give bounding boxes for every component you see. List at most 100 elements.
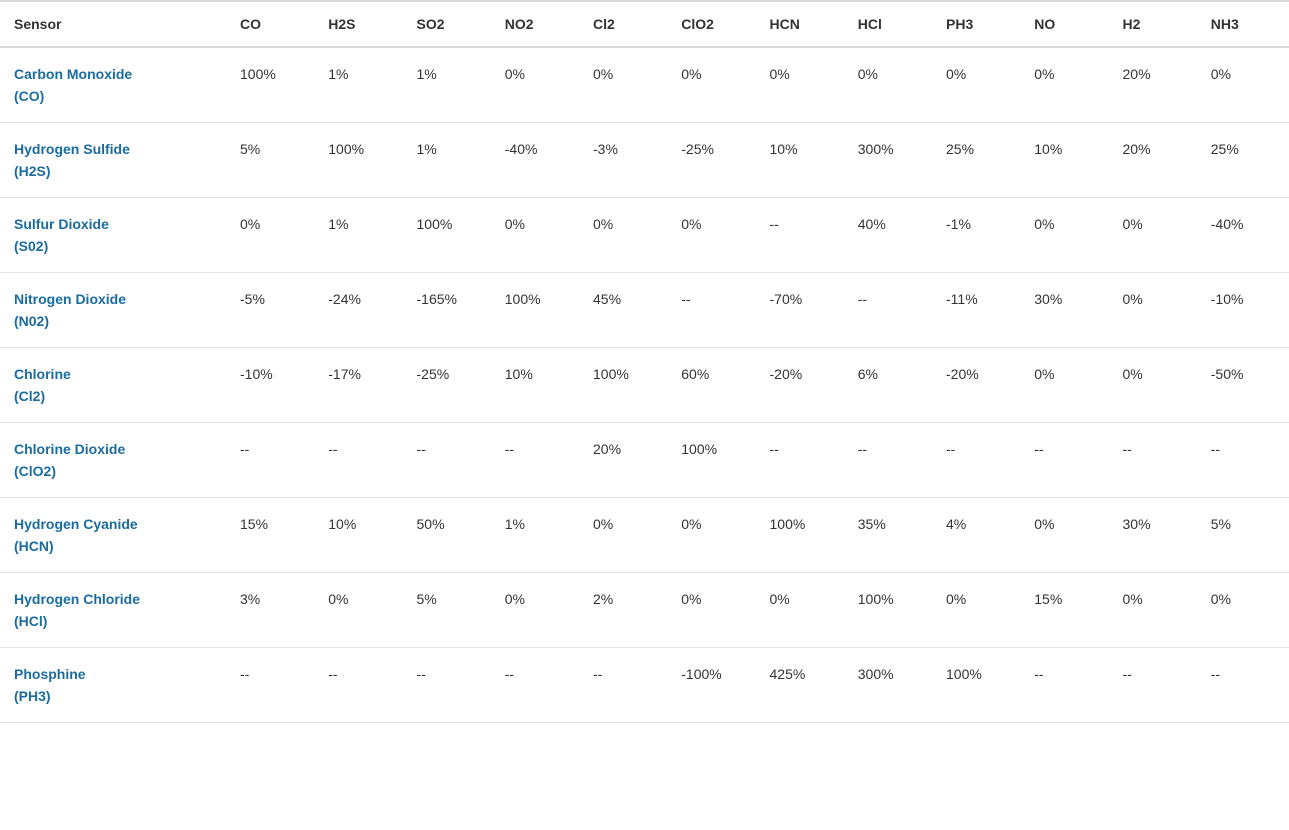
value-cell: -10%: [1201, 273, 1289, 348]
value-cell: --: [760, 198, 848, 273]
value-cell: 5%: [1201, 498, 1289, 573]
sensor-name-cell: Chlorine (Cl2): [0, 348, 230, 423]
value-cell: 15%: [230, 498, 318, 573]
value-cell: 60%: [671, 348, 759, 423]
value-cell: 30%: [1024, 273, 1112, 348]
table-row: Sulfur Dioxide(S02)0%1%100%0%0%0%--40%-1…: [0, 198, 1289, 273]
value-cell: 0%: [1113, 573, 1201, 648]
table-row: Hydrogen Sulfide(H2S)5%100%1%-40%-3%-25%…: [0, 123, 1289, 198]
value-cell: 35%: [848, 498, 936, 573]
value-cell: 0%: [1113, 348, 1201, 423]
table-row: Chlorine Dioxide(ClO2)--------20%100%---…: [0, 423, 1289, 498]
sensor-name-cell: Hydrogen Chloride(HCl): [0, 573, 230, 648]
sensor-formula: (S02): [14, 238, 220, 254]
value-cell: --: [495, 648, 583, 723]
value-cell: 30%: [1113, 498, 1201, 573]
value-cell: 1%: [407, 123, 495, 198]
sensor-formula: (Cl2): [14, 388, 220, 404]
value-cell: --: [583, 648, 671, 723]
value-cell: 0%: [671, 198, 759, 273]
value-cell: 50%: [407, 498, 495, 573]
value-cell: 100%: [671, 423, 759, 498]
value-cell: 4%: [936, 498, 1024, 573]
value-cell: 100%: [936, 648, 1024, 723]
col-header-ph3: PH3: [936, 1, 1024, 47]
value-cell: 0%: [1024, 47, 1112, 123]
value-cell: 20%: [583, 423, 671, 498]
value-cell: --: [407, 648, 495, 723]
sensor-link[interactable]: Sulfur Dioxide: [14, 216, 109, 232]
value-cell: 0%: [671, 573, 759, 648]
table-header-row: SensorCOH2SSO2NO2Cl2ClO2HCNHClPH3NOH2NH3: [0, 1, 1289, 47]
col-header-h2: H2: [1113, 1, 1201, 47]
value-cell: 100%: [760, 498, 848, 573]
value-cell: -20%: [760, 348, 848, 423]
col-header-nh3: NH3: [1201, 1, 1289, 47]
value-cell: --: [230, 423, 318, 498]
value-cell: 100%: [495, 273, 583, 348]
value-cell: --: [495, 423, 583, 498]
value-cell: 0%: [1201, 573, 1289, 648]
value-cell: 0%: [1113, 198, 1201, 273]
value-cell: -17%: [318, 348, 406, 423]
col-header-h2s: H2S: [318, 1, 406, 47]
value-cell: 2%: [583, 573, 671, 648]
sensor-link[interactable]: Chlorine: [14, 366, 71, 382]
value-cell: 6%: [848, 348, 936, 423]
value-cell: 25%: [936, 123, 1024, 198]
sensor-name-cell: Hydrogen Sulfide(H2S): [0, 123, 230, 198]
value-cell: 5%: [407, 573, 495, 648]
sensor-formula: (PH3): [14, 688, 220, 704]
value-cell: 100%: [318, 123, 406, 198]
value-cell: -3%: [583, 123, 671, 198]
value-cell: 0%: [1024, 348, 1112, 423]
sensor-link[interactable]: Carbon Monoxide: [14, 66, 132, 82]
value-cell: -10%: [230, 348, 318, 423]
value-cell: 0%: [583, 498, 671, 573]
value-cell: 0%: [1024, 198, 1112, 273]
value-cell: 0%: [1201, 47, 1289, 123]
value-cell: --: [936, 423, 1024, 498]
sensor-link[interactable]: Phosphine: [14, 666, 86, 682]
value-cell: --: [407, 423, 495, 498]
value-cell: 0%: [848, 47, 936, 123]
table-row: Hydrogen Cyanide(HCN)15%10%50%1%0%0%100%…: [0, 498, 1289, 573]
value-cell: 0%: [671, 47, 759, 123]
sensor-formula: (ClO2): [14, 463, 220, 479]
value-cell: --: [1024, 423, 1112, 498]
cross-sensitivity-table: SensorCOH2SSO2NO2Cl2ClO2HCNHClPH3NOH2NH3…: [0, 0, 1289, 723]
value-cell: --: [848, 423, 936, 498]
value-cell: 300%: [848, 123, 936, 198]
table-row: Carbon Monoxide(CO)100%1%1%0%0%0%0%0%0%0…: [0, 47, 1289, 123]
col-header-co: CO: [230, 1, 318, 47]
sensor-formula: (CO): [14, 88, 220, 104]
value-cell: --: [1201, 648, 1289, 723]
sensor-link[interactable]: Hydrogen Chloride: [14, 591, 140, 607]
value-cell: 10%: [495, 348, 583, 423]
sensor-formula: (HCN): [14, 538, 220, 554]
value-cell: 0%: [760, 573, 848, 648]
col-header-clo2: ClO2: [671, 1, 759, 47]
value-cell: 0%: [936, 573, 1024, 648]
value-cell: 0%: [583, 198, 671, 273]
value-cell: -40%: [1201, 198, 1289, 273]
table-row: Nitrogen Dioxide(N02)-5%-24%-165%100%45%…: [0, 273, 1289, 348]
value-cell: -24%: [318, 273, 406, 348]
sensor-name-cell: Carbon Monoxide (CO): [0, 47, 230, 123]
sensor-link[interactable]: Hydrogen Cyanide: [14, 516, 138, 532]
col-header-no: NO: [1024, 1, 1112, 47]
value-cell: --: [230, 648, 318, 723]
value-cell: -25%: [407, 348, 495, 423]
value-cell: 0%: [1113, 273, 1201, 348]
table-row: Phosphine(PH3)-----------100%425%300%100…: [0, 648, 1289, 723]
sensor-link[interactable]: Hydrogen Sulfide: [14, 141, 130, 157]
value-cell: 425%: [760, 648, 848, 723]
value-cell: 20%: [1113, 123, 1201, 198]
sensor-link[interactable]: Chlorine Dioxide: [14, 441, 125, 457]
value-cell: --: [1113, 648, 1201, 723]
value-cell: 40%: [848, 198, 936, 273]
value-cell: --: [760, 423, 848, 498]
sensor-link[interactable]: Nitrogen Dioxide: [14, 291, 126, 307]
value-cell: 1%: [318, 47, 406, 123]
value-cell: 10%: [318, 498, 406, 573]
